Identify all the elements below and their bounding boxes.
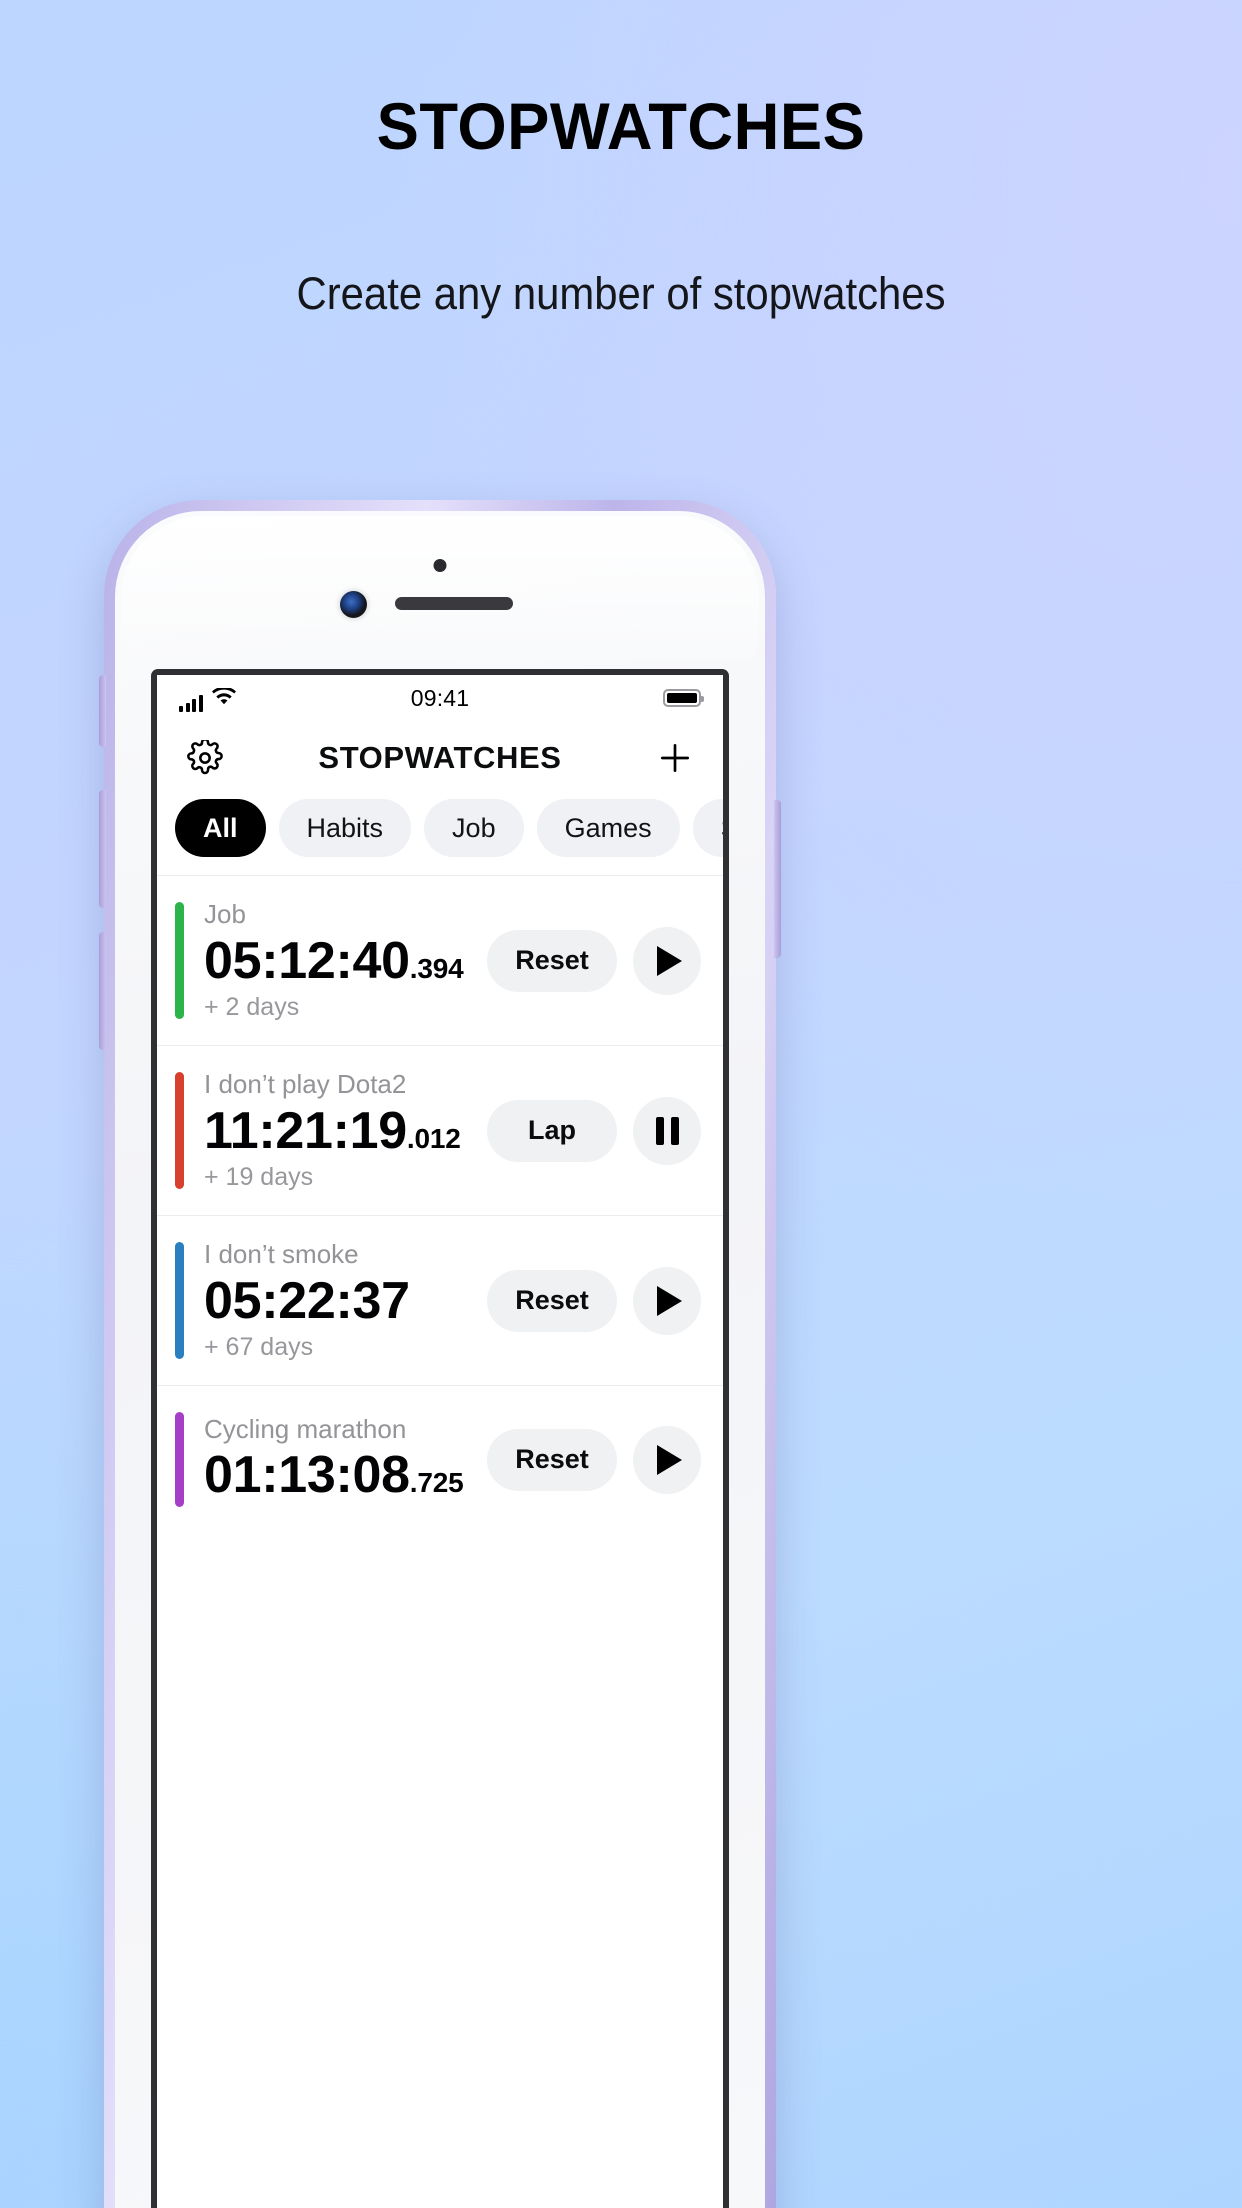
stopwatch-info: I don’t play Dota2 11:21:19.012 + 19 day… (184, 1068, 487, 1193)
play-icon[interactable] (633, 1425, 701, 1494)
phone-screen: 09:41 STOPWATCHES All Habits Job Games J… (157, 675, 723, 2208)
stopwatch-row[interactable]: Cycling marathon 01:13:08.725 Reset (157, 1385, 723, 1533)
filter-chip-sports[interactable]: Sports (692, 799, 723, 857)
status-bar: 09:41 (157, 675, 723, 721)
stopwatch-info: Job 05:12:40.394 + 2 days (184, 898, 487, 1023)
accent-bar (175, 1072, 184, 1190)
app-nav-bar: STOPWATCHES (157, 721, 723, 795)
page-title: STOPWATCHES (318, 740, 562, 775)
power-button[interactable] (774, 800, 781, 958)
stopwatch-name: Cycling marathon (204, 1413, 407, 1444)
stopwatch-time: 01:13:08.725 (204, 1445, 487, 1506)
phone-body: 09:41 STOPWATCHES All Habits Job Games J… (115, 511, 765, 2208)
stopwatch-info: I don’t smoke 05:22:37 + 67 days (184, 1238, 487, 1363)
stopwatch-list: Job 05:12:40.394 + 2 days Reset I don’t … (157, 875, 723, 1533)
stopwatch-time: 11:21:19.012 (204, 1101, 487, 1162)
reset-button[interactable]: Reset (487, 929, 617, 992)
stopwatch-row[interactable]: I don’t play Dota2 11:21:19.012 + 19 day… (157, 1045, 723, 1215)
gear-icon[interactable] (183, 736, 227, 780)
time-main: 05:22:37 (204, 1271, 410, 1330)
filter-chip-games[interactable]: Games (536, 799, 680, 857)
filter-chip-row[interactable]: All Habits Job Games Sports (157, 795, 723, 875)
stopwatch-actions: Lap (487, 1096, 701, 1165)
stopwatch-row[interactable]: I don’t smoke 05:22:37 + 67 days Reset (157, 1215, 723, 1385)
time-milliseconds: .394 (409, 952, 464, 984)
pause-icon[interactable] (633, 1096, 701, 1165)
stopwatch-name: I don’t smoke (204, 1239, 359, 1270)
play-icon[interactable] (633, 926, 701, 995)
filter-chip-all[interactable]: All (175, 799, 266, 857)
cellular-signal-icon (179, 694, 203, 712)
screen-bezel: 09:41 STOPWATCHES All Habits Job Games J… (151, 669, 729, 2208)
stopwatch-time: 05:12:40.394 (204, 931, 487, 992)
mute-switch-button[interactable] (99, 675, 106, 747)
promo-subheadline: Create any number of stopwatches (296, 268, 946, 319)
stopwatch-days: + 2 days (204, 992, 300, 1021)
proximity-sensor-icon (433, 559, 447, 572)
promo-headline: STOPWATCHES (376, 89, 866, 163)
status-bar-clock: 09:41 (410, 684, 470, 711)
stopwatch-name: Job (204, 899, 246, 929)
wifi-icon (211, 685, 236, 712)
accent-bar (175, 1412, 184, 1508)
front-camera-icon (340, 591, 367, 618)
stopwatch-actions: Reset (487, 926, 701, 995)
stopwatch-name: I don’t play Dota2 (204, 1069, 407, 1100)
time-milliseconds: .725 (409, 1467, 464, 1499)
stopwatch-row[interactable]: Job 05:12:40.394 + 2 days Reset (157, 875, 723, 1045)
volume-down-button[interactable] (99, 932, 106, 1050)
earpiece-speaker-icon (395, 597, 513, 610)
filter-chip-job[interactable]: Job (424, 799, 524, 857)
play-icon[interactable] (633, 1266, 701, 1335)
battery-full-icon (663, 689, 704, 707)
time-main: 11:21:19 (204, 1101, 407, 1160)
time-main: 01:13:08 (204, 1446, 410, 1505)
volume-up-button[interactable] (99, 790, 106, 908)
lap-button[interactable]: Lap (487, 1099, 617, 1162)
stopwatch-actions: Reset (487, 1425, 701, 1494)
time-main: 05:12:40 (204, 931, 410, 990)
reset-button[interactable]: Reset (487, 1428, 617, 1491)
accent-bar (175, 1242, 184, 1360)
stopwatch-info: Cycling marathon 01:13:08.725 (184, 1413, 487, 1507)
reset-button[interactable]: Reset (487, 1269, 617, 1332)
stopwatch-days: + 19 days (204, 1162, 314, 1191)
stopwatch-days: + 67 days (204, 1333, 314, 1362)
stopwatch-actions: Reset (487, 1266, 701, 1335)
time-milliseconds: .012 (406, 1122, 461, 1154)
filter-chip-habits[interactable]: Habits (278, 799, 412, 857)
plus-icon[interactable] (653, 736, 697, 780)
accent-bar (175, 902, 184, 1020)
stopwatch-time: 05:22:37 (204, 1271, 487, 1332)
phone-mockup: 09:41 STOPWATCHES All Habits Job Games J… (99, 500, 781, 2208)
